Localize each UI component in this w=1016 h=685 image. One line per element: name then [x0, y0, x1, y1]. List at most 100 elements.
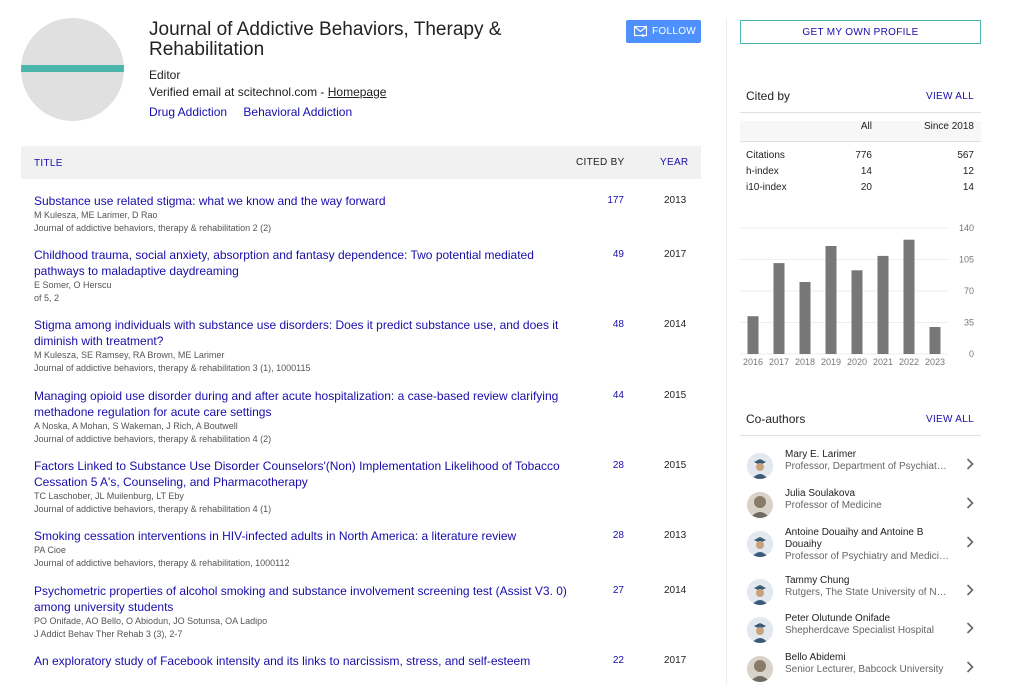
- chevron-right-icon[interactable]: [966, 584, 974, 596]
- article-title-link[interactable]: Childhood trauma, social anxiety, absorp…: [34, 247, 569, 279]
- y-tick-label: 0: [969, 349, 974, 359]
- coauthor-name[interactable]: Tammy Chung: [785, 575, 950, 587]
- profile-affiliation: Editor: [149, 68, 181, 82]
- get-my-own-profile-button[interactable]: GET MY OWN PROFILE: [740, 20, 981, 44]
- article-venue: Journal of addictive behaviors, therapy …: [34, 223, 272, 233]
- stat-all: 776: [855, 150, 872, 161]
- article-title-link[interactable]: Factors Linked to Substance Use Disorder…: [34, 458, 569, 490]
- sort-by-title[interactable]: TITLE: [34, 158, 63, 169]
- y-tick-label: 70: [964, 286, 974, 296]
- article-venue: Journal of addictive behaviors, therapy …: [34, 558, 290, 568]
- article-year: 2014: [664, 585, 687, 596]
- coauthor-item[interactable]: Tammy Chung Rutgers, The State University…: [740, 575, 981, 611]
- article-cited-by-link[interactable]: 44: [581, 390, 624, 401]
- cited-by-title: Cited by: [746, 89, 791, 103]
- article-year: 2013: [664, 195, 687, 206]
- coauthor-name[interactable]: Peter Olutunde Onifade: [785, 613, 950, 625]
- coauthor-affiliation: Senior Lecturer, Babcock University: [785, 664, 944, 675]
- x-tick-label: 2018: [795, 357, 815, 367]
- chevron-right-icon[interactable]: [966, 497, 974, 509]
- cited-by-header: CITED BY: [576, 157, 625, 168]
- research-interests: Drug Addiction Behavioral Addiction: [149, 105, 365, 119]
- x-tick-label: 2021: [873, 357, 893, 367]
- coauthor-name[interactable]: Mary E. Larimer: [785, 449, 950, 461]
- coauthor-item[interactable]: Bello Abidemi Senior Lecturer, Babcock Un…: [740, 652, 981, 685]
- stat-label[interactable]: h-index: [746, 166, 779, 177]
- coauthor-affiliation: Rutgers, The State University of New Jer…: [785, 587, 950, 598]
- article-title-link[interactable]: Smoking cessation interventions in HIV-i…: [34, 528, 569, 544]
- article-cited-by-link[interactable]: 49: [581, 249, 624, 260]
- article-year: 2014: [664, 319, 687, 330]
- chart-bar[interactable]: [877, 255, 889, 354]
- coauthor-avatar: [747, 656, 773, 682]
- mail-icon: [634, 26, 647, 37]
- sort-by-year[interactable]: YEAR: [660, 157, 688, 168]
- article-title-link[interactable]: Substance use related stigma: what we kn…: [34, 193, 569, 209]
- coauthor-affiliation: Professor of Psychiatry and Medicine: [785, 551, 950, 562]
- interest-link[interactable]: Drug Addiction: [149, 105, 227, 119]
- stat-label[interactable]: Citations: [746, 150, 785, 161]
- article-authors: TC Laschober, JL Muilenburg, LT Eby: [34, 491, 184, 501]
- coauthor-item[interactable]: Julia Soulakova Professor of Medicine: [740, 488, 981, 524]
- chevron-right-icon[interactable]: [966, 622, 974, 634]
- coauthor-name[interactable]: Julia Soulakova: [785, 488, 950, 500]
- citations-chart: 0 35 70 105 140 2016 2017 2018 2019 2020 2021 2022 2…: [740, 223, 974, 367]
- email-text: Verified email at scitechnol.com -: [149, 85, 328, 99]
- article-authors: PO Onifade, AO Bello, O Abiodun, JO Sotu…: [34, 616, 268, 626]
- coauthor-item[interactable]: Antoine Douaihy and Antoine B Douaihy Pro…: [740, 527, 981, 563]
- chart-bar[interactable]: [773, 263, 785, 354]
- article-venue: Journal of addictive behaviors, therapy …: [34, 504, 272, 514]
- follow-button[interactable]: FOLLOW: [626, 20, 701, 43]
- chevron-right-icon[interactable]: [966, 661, 974, 673]
- coauthor-name[interactable]: Bello Abidemi: [785, 652, 950, 664]
- default-avatar-icon: [747, 453, 773, 479]
- coauthor-avatar: [747, 492, 773, 518]
- chevron-right-icon[interactable]: [966, 536, 974, 548]
- article-year: 2015: [664, 460, 687, 471]
- stat-since: 12: [962, 166, 974, 177]
- coauthor-item[interactable]: Mary E. Larimer Professor, Department of …: [740, 449, 981, 485]
- stat-all: 20: [860, 182, 872, 193]
- article-cited-by-link[interactable]: 22: [581, 655, 624, 666]
- x-tick-label: 2019: [821, 357, 841, 367]
- article-authors: M Kulesza, ME Larimer, D Rao: [34, 210, 158, 220]
- x-tick-label: 2016: [743, 357, 763, 367]
- chart-bar[interactable]: [799, 282, 811, 354]
- article-cited-by-link[interactable]: 28: [581, 460, 624, 471]
- article-title-link[interactable]: An exploratory study of Facebook intensi…: [34, 653, 569, 669]
- coauthor-avatar: [747, 531, 773, 557]
- article-authors: E Somer, O Herscu: [34, 280, 112, 290]
- article-title-link[interactable]: Stigma among individuals with substance …: [34, 317, 569, 349]
- article-cited-by-link[interactable]: 28: [581, 530, 624, 541]
- default-avatar-icon: [747, 579, 773, 605]
- coauthor-item[interactable]: Peter Olutunde Onifade Shepherdcave Speci…: [740, 613, 981, 649]
- chart-bar[interactable]: [851, 270, 863, 354]
- stats-header: All Since 2018: [740, 121, 981, 141]
- chart-bar[interactable]: [825, 246, 837, 354]
- article-cited-by-link[interactable]: 27: [581, 585, 624, 596]
- article-title-link[interactable]: Managing opioid use disorder during and …: [34, 388, 569, 420]
- coauthors-title: Co-authors: [746, 412, 806, 426]
- stat-since: 567: [957, 150, 974, 161]
- coauthor-name[interactable]: Antoine Douaihy and Antoine B Douaihy: [785, 527, 950, 551]
- stat-all: 14: [860, 166, 872, 177]
- coauthor-avatar: [747, 617, 773, 643]
- article-cited-by-link[interactable]: 48: [581, 319, 624, 330]
- article-cited-by-link[interactable]: 177: [581, 195, 624, 206]
- coauthor-affiliation: Professor, Department of Psychiatry and …: [785, 461, 950, 472]
- x-tick-label: 2023: [925, 357, 945, 367]
- article-year: 2013: [664, 530, 687, 541]
- chart-bar[interactable]: [903, 239, 915, 354]
- chart-bar[interactable]: [929, 327, 941, 354]
- coauthors-view-all[interactable]: VIEW ALL: [926, 414, 974, 425]
- interest-link[interactable]: Behavioral Addiction: [243, 105, 352, 119]
- person-photo-icon: [747, 656, 773, 682]
- article-title-link[interactable]: Psychometric properties of alcohol smoki…: [34, 583, 569, 615]
- homepage-link[interactable]: Homepage: [328, 85, 387, 99]
- stat-label[interactable]: i10-index: [746, 182, 787, 193]
- chevron-right-icon[interactable]: [966, 458, 974, 470]
- cited-by-view-all[interactable]: VIEW ALL: [926, 91, 974, 102]
- article-venue: Journal of addictive behaviors, therapy …: [34, 434, 272, 444]
- chart-bar[interactable]: [747, 316, 759, 354]
- x-tick-label: 2020: [847, 357, 867, 367]
